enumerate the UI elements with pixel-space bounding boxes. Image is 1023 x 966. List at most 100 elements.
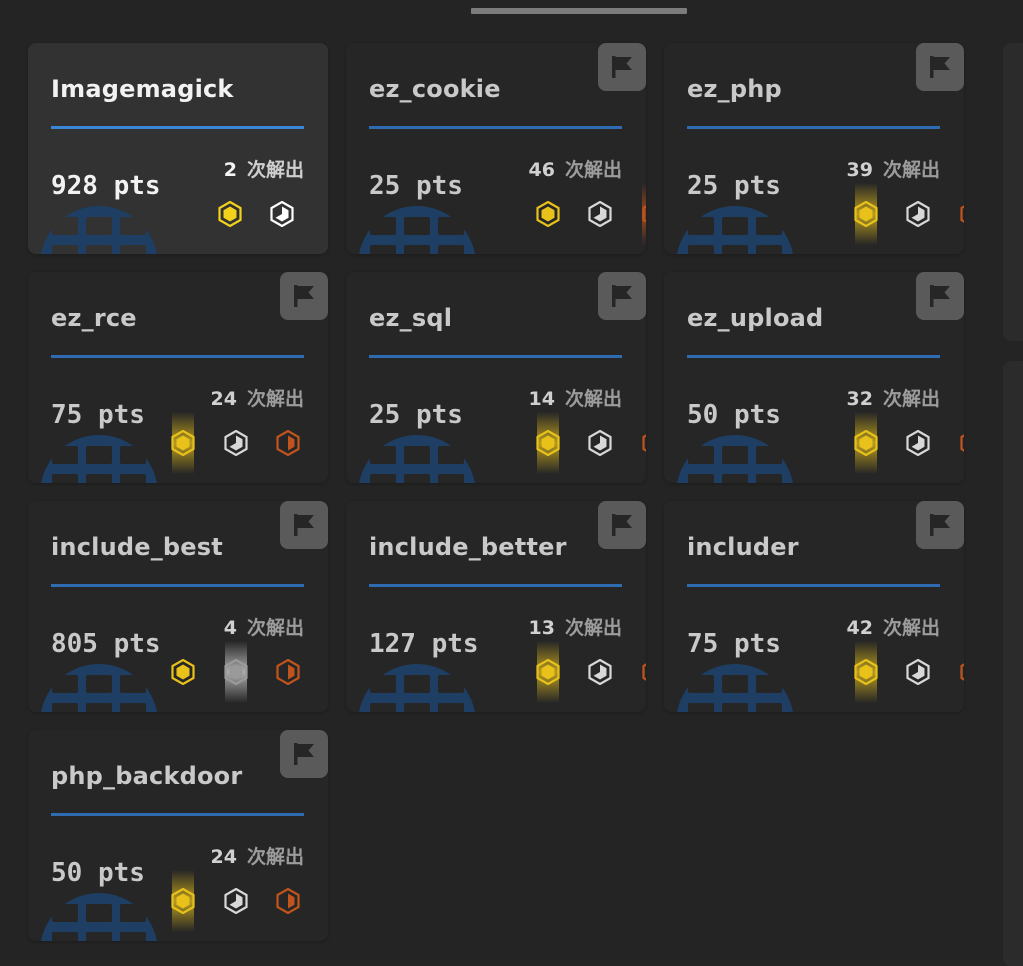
silver-blood-icon (906, 201, 930, 227)
solve-count: 2 次解出 (224, 155, 304, 182)
side-panel-top (1003, 43, 1023, 341)
side-panel-bottom[interactable] (1003, 361, 1023, 966)
challenge-card-ez-sql[interactable]: ez_sql 25 pts 14 次解出 (346, 272, 646, 483)
bronze-blood-icon (276, 888, 300, 914)
gold-blood-icon (171, 430, 195, 456)
challenge-title: includer (687, 533, 799, 561)
solve-count-number: 32 (846, 388, 873, 410)
gold-blood-icon (218, 201, 242, 227)
title-divider (51, 813, 304, 816)
bronze-blood-icon (276, 659, 300, 685)
solve-count-suffix: 次解出 (246, 617, 304, 639)
challenge-points: 75 pts (51, 400, 145, 430)
challenge-title: ez_upload (687, 304, 824, 332)
title-divider (369, 584, 622, 587)
flag-icon (598, 272, 646, 320)
title-divider (51, 355, 304, 358)
challenge-points: 25 pts (369, 400, 463, 430)
silver-blood-icon (906, 659, 930, 685)
solve-count-number: 42 (846, 617, 873, 639)
challenge-points: 75 pts (687, 629, 781, 659)
gold-blood-icon (536, 430, 560, 456)
challenge-card-ez-cookie[interactable]: ez_cookie 25 pts 46 次解出 (346, 43, 646, 254)
challenge-card-ez-upload[interactable]: ez_upload 50 pts 32 次解出 (664, 272, 964, 483)
flag-icon (280, 272, 328, 320)
drag-handle[interactable] (471, 8, 687, 14)
challenge-points: 25 pts (687, 171, 781, 201)
solve-count: 32 次解出 (847, 384, 940, 411)
title-divider (687, 126, 940, 129)
challenge-title: Imagemagick (51, 75, 234, 103)
flag-icon (598, 501, 646, 549)
solve-count: 13 次解出 (529, 613, 622, 640)
gold-blood-icon (854, 430, 878, 456)
silver-blood-icon (588, 659, 612, 685)
solve-count-suffix: 次解出 (564, 388, 622, 410)
solve-count-suffix: 次解出 (882, 617, 940, 639)
solve-count: 42 次解出 (847, 613, 940, 640)
solve-count-suffix: 次解出 (564, 159, 622, 181)
challenge-card-include-best[interactable]: include_best 805 pts 4 次解出 (28, 501, 328, 712)
solve-count-suffix: 次解出 (882, 159, 940, 181)
challenge-card-include-better[interactable]: include_better 127 pts 13 次解出 (346, 501, 646, 712)
bronze-blood-icon (642, 663, 646, 681)
silver-blood-icon (224, 430, 248, 456)
solve-count: 24 次解出 (211, 384, 304, 411)
solve-count-suffix: 次解出 (246, 846, 304, 868)
solve-count-number: 39 (846, 159, 873, 181)
challenge-title: ez_sql (369, 304, 453, 332)
challenge-points: 127 pts (369, 629, 479, 659)
title-divider (369, 126, 622, 129)
silver-blood-icon (906, 430, 930, 456)
challenge-points: 805 pts (51, 629, 161, 659)
gold-blood-icon (854, 659, 878, 685)
flag-icon (916, 272, 964, 320)
title-divider (687, 355, 940, 358)
solve-count-number: 24 (210, 846, 237, 868)
bronze-blood-icon (642, 205, 646, 223)
solve-count-suffix: 次解出 (564, 617, 622, 639)
solve-count-number: 14 (528, 388, 555, 410)
gold-blood-icon (536, 201, 560, 227)
flag-icon (280, 730, 328, 778)
bronze-blood-icon (960, 663, 964, 681)
silver-blood-icon (588, 430, 612, 456)
flag-icon (280, 501, 328, 549)
silver-blood-icon (224, 659, 248, 685)
solve-count-suffix: 次解出 (882, 388, 940, 410)
challenge-points: 928 pts (51, 171, 161, 201)
bronze-blood-icon (642, 434, 646, 452)
solve-count-number: 4 (223, 617, 237, 639)
gold-blood-icon (171, 659, 195, 685)
solve-count-suffix: 次解出 (246, 159, 304, 181)
silver-blood-icon (270, 201, 294, 227)
solve-count-suffix: 次解出 (246, 388, 304, 410)
challenge-title: ez_php (687, 75, 782, 103)
challenge-card-imagemagick[interactable]: Imagemagick 928 pts 2 次解出 (28, 43, 328, 254)
flag-icon (916, 43, 964, 91)
challenge-card-ez-php[interactable]: ez_php 25 pts 39 次解出 (664, 43, 964, 254)
solve-count: 14 次解出 (529, 384, 622, 411)
solve-count: 46 次解出 (529, 155, 622, 182)
gold-blood-icon (171, 888, 195, 914)
challenge-points: 25 pts (369, 171, 463, 201)
bronze-blood-icon (960, 205, 964, 223)
challenge-card-includer[interactable]: includer 75 pts 42 次解出 (664, 501, 964, 712)
solve-count: 4 次解出 (224, 613, 304, 640)
challenge-card-php-backdoor[interactable]: php_backdoor 50 pts 24 次解出 (28, 730, 328, 941)
challenge-grid: Imagemagick 928 pts 2 次解出 ez_cookie 25 pt… (28, 43, 988, 966)
title-divider (369, 355, 622, 358)
challenge-title: ez_cookie (369, 75, 501, 103)
solve-count-number: 24 (210, 388, 237, 410)
challenge-points: 50 pts (687, 400, 781, 430)
silver-blood-icon (224, 888, 248, 914)
challenge-title: include_best (51, 533, 223, 561)
gold-blood-icon (854, 201, 878, 227)
title-divider (51, 126, 304, 129)
challenge-card-ez-rce[interactable]: ez_rce 75 pts 24 次解出 (28, 272, 328, 483)
solve-count-number: 2 (223, 159, 237, 181)
challenge-title: ez_rce (51, 304, 137, 332)
silver-blood-icon (588, 201, 612, 227)
flag-icon (598, 43, 646, 91)
title-divider (51, 584, 304, 587)
